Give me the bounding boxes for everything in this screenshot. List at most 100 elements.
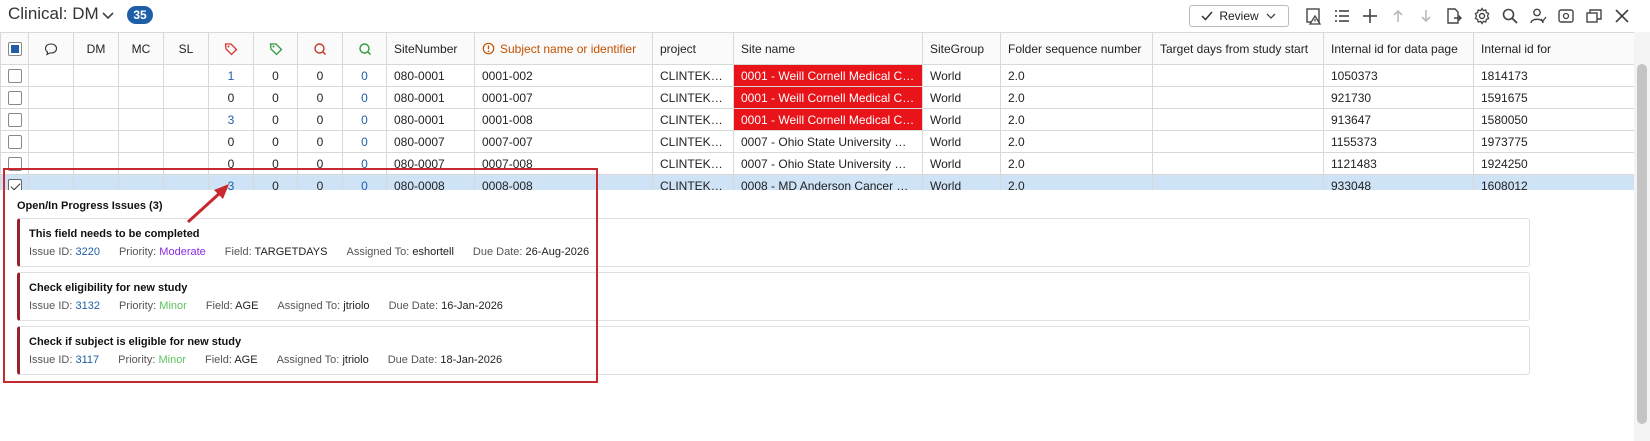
list-icon[interactable] [1328, 4, 1356, 28]
row-checkbox[interactable] [0, 64, 29, 87]
issue-card[interactable]: Check if subject is eligible for new stu… [17, 326, 1530, 375]
row-checkbox[interactable] [0, 130, 29, 153]
issue-card[interactable]: Check eligibility for new study Issue ID:… [17, 272, 1530, 321]
red-tag-count: 0 [208, 130, 254, 153]
vertical-scrollbar[interactable] [1634, 32, 1650, 441]
target-days-cell[interactable] [1152, 64, 1324, 87]
target-days-cell[interactable] [1152, 152, 1324, 175]
dm-column-header[interactable]: DM [73, 32, 119, 65]
site-group-column-header[interactable]: SiteGroup [922, 32, 1001, 65]
project-cell: CLINTEK-011 [652, 152, 734, 175]
settings-alt-icon[interactable] [1552, 4, 1580, 28]
folder-seq-cell: 2.0 [1000, 64, 1153, 87]
table-row[interactable]: 0 0 0 0 080-0001 0001-007 CLINTEK-011 0001 - We… [0, 86, 1635, 109]
issue-id-value[interactable]: 3132 [75, 300, 99, 312]
due-date-group: Due Date: 26-Aug-2026 [473, 246, 589, 258]
site-name-cell: 0001 - Weill Cornell Medical Coll... [733, 64, 923, 87]
mc-column-header[interactable]: MC [118, 32, 164, 65]
target-days-cell[interactable] [1152, 86, 1324, 109]
review-button[interactable]: Review [1189, 5, 1289, 27]
chevron-down-icon [1266, 13, 1276, 19]
subject-cell[interactable]: 0001-008 [474, 108, 653, 131]
green-query-count[interactable]: 0 [342, 108, 387, 131]
comment-column-header[interactable] [28, 32, 74, 65]
green-query-count[interactable]: 0 [342, 130, 387, 153]
priority-group: Priority: Moderate [119, 246, 206, 258]
priority-value: Moderate [159, 246, 206, 258]
search-icon[interactable] [1496, 4, 1524, 28]
chevron-down-icon[interactable] [100, 7, 116, 23]
site-name-column-header[interactable]: Site name [733, 32, 923, 65]
site-number-column-header[interactable]: SiteNumber [386, 32, 475, 65]
mc-cell [118, 152, 164, 175]
priority-label: Priority: [118, 246, 157, 258]
subject-cell[interactable]: 0001-002 [474, 64, 653, 87]
green-tag-count: 0 [253, 64, 298, 87]
red-tag-count: 0 [208, 152, 254, 175]
priority-label: Priority: [118, 354, 156, 366]
dm-cell [73, 152, 119, 175]
user-icon[interactable] [1524, 4, 1552, 28]
green-query-count[interactable]: 0 [342, 152, 387, 175]
table-row[interactable]: 3 0 0 0 080-0001 0001-008 CLINTEK-011 0001 - We… [0, 108, 1635, 131]
folder-seq-column-header[interactable]: Folder sequence number [1000, 32, 1153, 65]
table-row[interactable]: 0 0 0 0 080-0007 0007-008 CLINTEK-011 0007 - Oh… [0, 152, 1635, 175]
red-tag-count[interactable]: 1 [208, 64, 254, 87]
row-checkbox[interactable] [0, 86, 29, 109]
target-days-column-header[interactable]: Target days from study start [1152, 32, 1324, 65]
project-cell: CLINTEK-011 [652, 130, 734, 153]
subject-cell[interactable]: 0007-008 [474, 152, 653, 175]
internal-id-page-column-header[interactable]: Internal id for data page [1323, 32, 1474, 65]
table-body: 1 0 0 0 080-0001 0001-002 CLINTEK-011 0001 - We… [0, 64, 1635, 197]
red-tag-count[interactable]: 3 [208, 108, 254, 131]
internal-id-2-cell: 1591675 [1473, 86, 1635, 109]
red-query-column-header[interactable] [297, 32, 343, 65]
plus-icon[interactable] [1356, 4, 1384, 28]
warning-report-icon[interactable] [1300, 4, 1328, 28]
field-label: Field: [224, 246, 252, 258]
data-grid: DM MC SL SiteNumber Subject name or iden… [0, 32, 1635, 197]
green-tag-column-header[interactable] [253, 32, 298, 65]
assigned-to-label: Assigned To: [346, 246, 410, 258]
sl-cell [163, 130, 209, 153]
arrow-up-icon[interactable] [1384, 4, 1412, 28]
scrollbar-thumb[interactable] [1637, 64, 1647, 424]
due-date-label: Due Date: [388, 300, 439, 312]
subject-column-header[interactable]: Subject name or identifier [474, 32, 653, 65]
due-date-group: Due Date: 16-Jan-2026 [389, 300, 503, 312]
red-tag-column-header[interactable] [208, 32, 254, 65]
target-days-cell[interactable] [1152, 108, 1324, 131]
green-query-column-header[interactable] [342, 32, 387, 65]
issue-id-label: Issue ID: [29, 246, 73, 258]
green-tag-count: 0 [253, 152, 298, 175]
issue-id-value[interactable]: 3117 [75, 354, 99, 366]
subject-cell[interactable]: 0001-007 [474, 86, 653, 109]
query-green-icon [358, 43, 371, 55]
close-icon[interactable] [1608, 4, 1636, 28]
select-all-checkbox[interactable] [0, 32, 29, 65]
row-checkbox[interactable] [0, 152, 29, 175]
table-row[interactable]: 0 0 0 0 080-0007 0007-007 CLINTEK-011 0007 - Oh… [0, 130, 1635, 153]
target-days-cell[interactable] [1152, 130, 1324, 153]
export-icon[interactable] [1440, 4, 1468, 28]
issue-card[interactable]: This field needs to be completed Issue ID… [17, 218, 1530, 267]
gear-icon[interactable] [1468, 4, 1496, 28]
internal-id-2-column-header[interactable]: Internal id for [1473, 32, 1635, 65]
due-date-label: Due Date: [387, 354, 438, 366]
row-checkbox[interactable] [0, 108, 29, 131]
subject-cell[interactable]: 0007-007 [474, 130, 653, 153]
arrow-down-icon[interactable] [1412, 4, 1440, 28]
project-cell: CLINTEK-011 [652, 108, 734, 131]
issue-id-value[interactable]: 3220 [75, 246, 99, 258]
project-cell: CLINTEK-011 [652, 86, 734, 109]
table-row[interactable]: 1 0 0 0 080-0001 0001-002 CLINTEK-011 0001 - We… [0, 64, 1635, 87]
site-number-cell: 080-0007 [386, 152, 475, 175]
sl-column-header[interactable]: SL [163, 32, 209, 65]
window-icon[interactable] [1580, 4, 1608, 28]
site-name-cell: 0007 - Ohio State University Com... [733, 152, 923, 175]
green-query-count[interactable]: 0 [342, 64, 387, 87]
issues-panel: Open/In Progress Issues (3) This field n… [0, 190, 1634, 441]
green-query-count[interactable]: 0 [342, 86, 387, 109]
project-column-header[interactable]: project [652, 32, 734, 65]
issue-id-group: Issue ID: 3220 [29, 246, 100, 258]
